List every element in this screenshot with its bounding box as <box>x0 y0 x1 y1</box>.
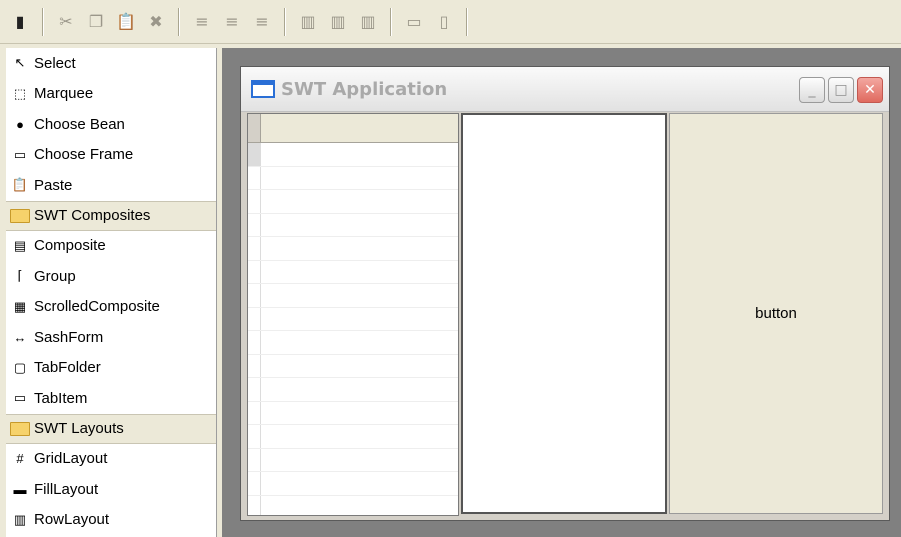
palette-category-swt-layouts[interactable]: SWT Layouts <box>6 413 216 444</box>
align-center-icon[interactable]: ≡ <box>220 10 244 34</box>
palette-category-label: SWT Layouts <box>34 420 124 437</box>
palette-category-swt-composites[interactable]: SWT Composites <box>6 200 216 231</box>
fill-layout-icon: ▬ <box>13 481 27 497</box>
palette-item-choose-frame[interactable]: ▭ Choose Frame <box>6 140 216 171</box>
toolbar-separator <box>390 7 392 36</box>
align-middle-icon[interactable]: ▥ <box>326 10 350 34</box>
palette-item-group[interactable]: ⌈ Group <box>6 261 216 292</box>
marquee-icon: ⬚ <box>13 85 27 101</box>
toolbar-separator <box>466 7 468 36</box>
scrolled-composite-icon: ▦ <box>13 298 27 314</box>
toolbar-separator <box>178 7 180 36</box>
toolbar: ▮ ✂ ❐ 📋 ✖ ≡ ≡ ≡ ▥ ▥ ▥ ▭ ▯ <box>0 0 901 44</box>
palette-item-label: TabItem <box>34 389 88 407</box>
properties-icon[interactable]: ▮ <box>8 10 32 34</box>
table-row[interactable] <box>248 495 458 515</box>
window-titlebar[interactable]: SWT Application _ □ ✕ <box>241 67 889 112</box>
table-row[interactable] <box>248 166 458 190</box>
table-row[interactable] <box>248 237 458 261</box>
close-icon[interactable]: ✕ <box>857 77 883 103</box>
table-row[interactable] <box>248 284 458 308</box>
palette-item-label: Group <box>34 267 76 285</box>
palette-item-rowlayout[interactable]: ▥ RowLayout <box>6 505 216 536</box>
grid-layout-icon: # <box>16 451 24 467</box>
toolbar-separator <box>42 7 44 36</box>
palette-item-label: ScrolledComposite <box>34 298 160 316</box>
group-icon: ⌈ <box>17 268 23 284</box>
align-top-icon[interactable]: ▥ <box>296 10 320 34</box>
window-app-icon <box>251 80 275 98</box>
palette-item-tabfolder[interactable]: ▢ TabFolder <box>6 353 216 384</box>
copy-icon[interactable]: ❐ <box>84 10 108 34</box>
table-header-cell[interactable] <box>248 114 261 142</box>
folder-open-icon <box>10 421 30 436</box>
align-right-icon[interactable]: ≡ <box>250 10 274 34</box>
palette-item-label: Marquee <box>34 85 94 103</box>
align-bottom-icon[interactable]: ▥ <box>356 10 380 34</box>
composite-pane[interactable] <box>461 113 667 514</box>
table-row[interactable] <box>248 331 458 355</box>
match-width-icon[interactable]: ▭ <box>402 10 426 34</box>
palette-category-label: SWT Composites <box>34 207 151 224</box>
palette-item-label: Composite <box>34 237 106 255</box>
folder-open-icon <box>10 208 30 223</box>
cut-icon[interactable]: ✂ <box>54 10 78 34</box>
sash-form-icon: ↔ <box>13 329 27 345</box>
palette-item-label: GridLayout <box>34 450 108 468</box>
table-row[interactable] <box>248 143 458 167</box>
palette-item-scrolledcomposite[interactable]: ▦ ScrolledComposite <box>6 292 216 323</box>
palette-item-sashform[interactable]: ↔ SashForm <box>6 322 216 353</box>
palette-item-label: Paste <box>34 176 73 194</box>
match-height-icon[interactable]: ▯ <box>432 10 456 34</box>
toolbar-separator <box>284 7 286 36</box>
align-left-icon[interactable]: ≡ <box>190 10 214 34</box>
swt-button-label: button <box>755 305 797 322</box>
palette-item-marquee[interactable]: ⬚ Marquee <box>6 79 216 110</box>
palette-item-choose-bean[interactable]: ● Choose Bean <box>6 109 216 140</box>
table-row[interactable] <box>248 425 458 449</box>
table-row[interactable] <box>248 448 458 472</box>
swt-button[interactable]: button <box>669 113 883 514</box>
palette-item-label: TabFolder <box>34 359 101 377</box>
paste-icon: 📋 <box>11 177 29 193</box>
table-row[interactable] <box>248 378 458 402</box>
table-row[interactable] <box>248 354 458 378</box>
paste-icon[interactable]: 📋 <box>114 10 138 34</box>
delete-icon[interactable]: ✖ <box>144 10 168 34</box>
table[interactable] <box>247 113 459 516</box>
palette: ↖ Select ⬚ Marquee ● Choose Bean ▭ Choos… <box>6 48 217 537</box>
minimize-icon[interactable]: _ <box>799 77 825 103</box>
arrow-cursor-icon: ↖ <box>14 55 26 71</box>
palette-item-gridlayout[interactable]: # GridLayout <box>6 444 216 475</box>
palette-item-label: FillLayout <box>34 480 99 498</box>
table-row[interactable] <box>248 260 458 284</box>
tab-item-icon: ▭ <box>13 390 27 406</box>
window-client-area: button <box>247 113 883 516</box>
palette-item-label: Select <box>34 54 76 72</box>
row-layout-icon: ▥ <box>13 511 27 527</box>
bean-icon: ● <box>16 116 24 132</box>
tab-folder-icon: ▢ <box>13 359 27 375</box>
table-header <box>248 114 458 143</box>
frame-icon: ▭ <box>13 146 27 162</box>
window-title: SWT Application <box>281 78 448 100</box>
palette-item-tabitem[interactable]: ▭ TabItem <box>6 383 216 414</box>
table-row[interactable] <box>248 307 458 331</box>
composite-icon: ▤ <box>13 237 27 253</box>
palette-item-filllayout[interactable]: ▬ FillLayout <box>6 474 216 505</box>
palette-item-label: SashForm <box>34 328 104 346</box>
palette-item-label: Choose Bean <box>34 115 125 133</box>
window-controls: _ □ ✕ <box>799 77 883 103</box>
maximize-icon[interactable]: □ <box>828 77 854 103</box>
table-row[interactable] <box>248 472 458 496</box>
palette-item-label: RowLayout <box>34 511 110 529</box>
palette-item-composite[interactable]: ▤ Composite <box>6 231 216 262</box>
table-row[interactable] <box>248 213 458 237</box>
swt-application-window[interactable]: SWT Application _ □ ✕ button <box>240 66 890 521</box>
palette-item-label: Choose Frame <box>34 146 134 164</box>
palette-item-select[interactable]: ↖ Select <box>6 48 216 79</box>
table-row[interactable] <box>248 401 458 425</box>
table-row[interactable] <box>248 190 458 214</box>
palette-item-paste[interactable]: 📋 Paste <box>6 170 216 201</box>
